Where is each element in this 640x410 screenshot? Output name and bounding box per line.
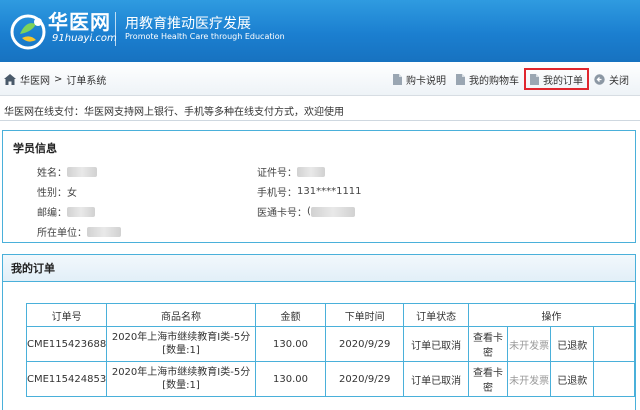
document-icon [393,73,402,85]
order-number: CME115424853 [25,361,108,397]
student-info-title: 学员信息 [13,142,57,155]
brand-domain: 91huayi.com [52,33,117,44]
nav-link-label: 我的订单 [543,75,583,87]
slogan-english: Promote Health Care through Education [125,32,285,41]
my-orders-title: 我的订单 [3,255,635,282]
header-divider [115,12,116,46]
gender-label: 性别： [37,188,67,199]
refund-status: 已退款 [550,361,594,397]
workplace-label: 所在单位： [37,228,87,239]
nav-bar: 华医网 > 订单系统 购卡说明 我的购物车 我的订单 关闭 [0,62,640,96]
gender-field: 性别： 女 [37,184,77,199]
product-name: 2020年上海市继续教育Ⅰ类-5分 [数量:1] [106,326,256,362]
nav-link-label: 购卡说明 [406,75,446,87]
workplace-value-redacted [87,226,121,237]
student-info-panel: 学员信息 姓名： 性别： 女 邮编： 所在单位： 证件号： 手机号： 131**… [2,130,636,243]
breadcrumb: 华医网 > 订单系统 [4,72,106,87]
breadcrumb-current: 订单系统 [66,76,107,87]
column-header-actions: 操作 [468,303,635,327]
order-status: 订单已取消 [403,361,470,397]
column-header-amount: 金额 [254,303,327,327]
invoice-status: 未开发票 [506,326,552,362]
empty-action-cell [593,361,635,397]
my-orders-panel: 我的订单 订单号 商品名称 金额 下单时间 订单状态 操作 CME1154236… [2,254,636,410]
breadcrumb-home[interactable]: 华医网 [20,72,50,87]
workplace-field: 所在单位： [37,224,121,239]
column-header-product: 商品名称 [106,303,256,327]
product-name: 2020年上海市继续教育Ⅰ类-5分 [数量:1] [106,361,256,397]
table-header-row: 订单号 商品名称 金额 下单时间 订单状态 操作 [25,303,635,327]
name-value-redacted [67,166,97,177]
gender-value: 女 [67,188,77,199]
brand-name: 华医网 [48,10,111,34]
column-header-date: 下单时间 [325,303,405,327]
close-icon [594,73,605,85]
order-status: 订单已取消 [403,326,470,362]
card-label: 医通卡号： [257,208,307,219]
phone-value: 131****1111 [297,186,362,197]
payment-notice: 华医网在线支付：华医网支持网上银行、手机等多种在线支付方式，欢迎使用 [4,107,344,118]
logo-icon[interactable] [8,8,52,52]
postcode-label: 邮编： [37,208,67,219]
view-card-button[interactable]: 查看卡密 [468,326,508,362]
name-label: 姓名： [37,168,67,179]
card-field: 医通卡号： ( [257,204,355,219]
nav-link-cart[interactable]: 我的购物车 [451,68,524,90]
column-header-status: 订单状态 [403,303,470,327]
idcard-label: 证件号： [257,168,297,179]
view-card-button[interactable]: 查看卡密 [468,361,508,397]
product-title: 2020年上海市继续教育Ⅰ类-5分 [111,367,251,378]
divider-line [0,120,640,121]
phone-label: 手机号： [257,188,297,199]
document-icon [530,73,539,85]
slogan: 用教育推动医疗发展 [125,16,251,32]
refund-status: 已退款 [550,326,594,362]
product-quantity: [数量:1] [162,345,200,356]
idcard-field: 证件号： [257,164,325,179]
nav-link-my-orders[interactable]: 我的订单 [524,68,589,90]
nav-link-card-instructions[interactable]: 购卡说明 [388,68,451,90]
breadcrumb-separator: > [54,74,63,85]
product-title: 2020年上海市继续教育Ⅰ类-5分 [111,332,251,343]
postcode-value-redacted [67,206,95,217]
home-icon[interactable] [4,74,16,85]
document-icon [456,73,465,85]
order-date: 2020/9/29 [325,361,405,397]
nav-link-label: 关闭 [609,75,629,87]
idcard-value-redacted [297,166,325,177]
nav-link-close[interactable]: 关闭 [589,68,634,90]
orders-table: 订单号 商品名称 金额 下单时间 订单状态 操作 CME115423688 20… [25,303,635,397]
product-quantity: [数量:1] [162,380,200,391]
empty-action-cell [593,326,635,362]
phone-field: 手机号： 131****1111 [257,184,362,199]
site-header: 华医网 91huayi.com 用教育推动医疗发展 Promote Health… [0,0,640,62]
nav-links: 购卡说明 我的购物车 我的订单 关闭 [388,68,634,90]
table-row: CME115424853 2020年上海市继续教育Ⅰ类-5分 [数量:1] 13… [25,361,635,397]
name-field: 姓名： [37,164,97,179]
table-row: CME115423688 2020年上海市继续教育Ⅰ类-5分 [数量:1] 13… [25,326,635,362]
order-amount: 130.00 [254,326,327,362]
nav-link-label: 我的购物车 [469,75,519,87]
order-date: 2020/9/29 [325,326,405,362]
column-header-order-no: 订单号 [25,303,108,327]
card-value-redacted [310,206,355,217]
order-amount: 130.00 [254,361,327,397]
order-number: CME115423688 [25,326,108,362]
invoice-status: 未开发票 [506,361,552,397]
postcode-field: 邮编： [37,204,95,219]
